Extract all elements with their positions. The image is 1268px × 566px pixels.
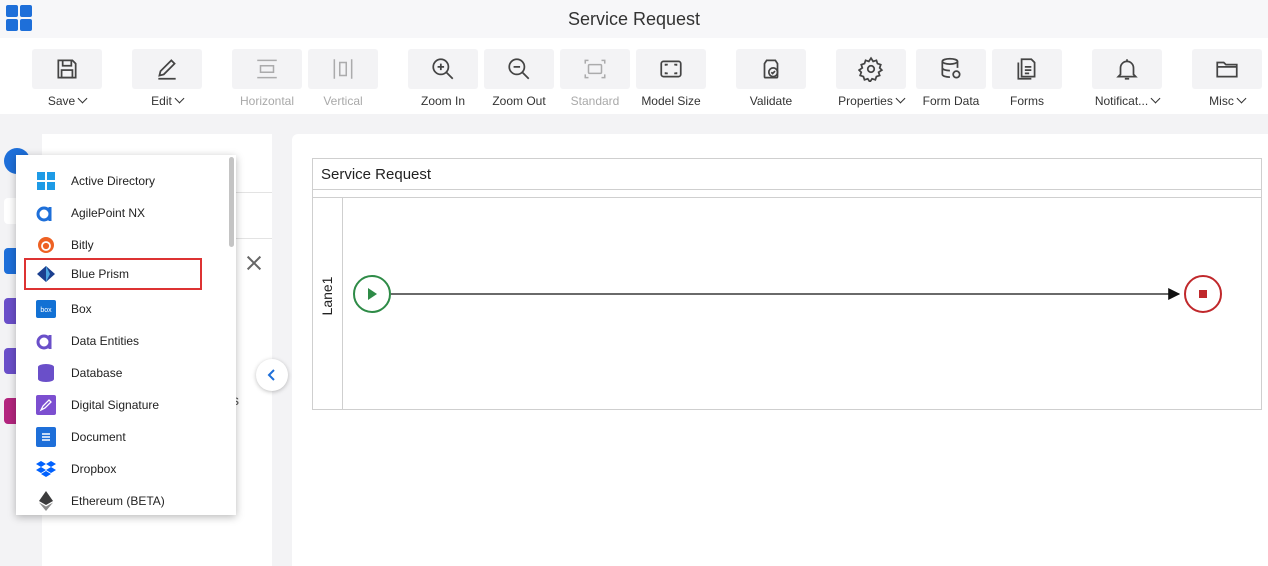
menu-item-label: Dropbox [71,462,117,476]
notifications-label: Notificat... [1094,94,1149,108]
close-icon[interactable] [245,254,263,272]
menu-item-box[interactable]: box Box [16,293,226,325]
pool[interactable]: Service Request Lane1 [312,158,1262,410]
process-canvas[interactable]: Service Request Lane1 [292,134,1268,566]
vertical-label: Vertical [323,94,363,108]
zoom-out-icon [508,58,530,80]
forms-button[interactable]: Forms [992,49,1062,111]
chevron-down-icon [174,93,185,104]
notifications-button[interactable]: Notificat... [1092,49,1162,111]
database-icon [36,363,56,383]
properties-label: Properties [838,94,893,108]
zoom-in-button[interactable]: Zoom In [408,49,478,111]
chevron-down-icon [1150,93,1161,104]
form-data-label: Form Data [922,94,980,108]
horizontal-button[interactable]: Horizontal [232,49,302,111]
misc-button[interactable]: Misc [1192,49,1262,111]
menu-item-ethereum[interactable]: Ethereum (BETA) [16,485,226,515]
menu-item-label: Digital Signature [71,398,160,412]
model-size-button[interactable]: Model Size [636,49,706,111]
chevron-down-icon [1236,93,1247,104]
digital-signature-icon [36,395,56,415]
zoom-out-button[interactable]: Zoom Out [484,49,554,111]
windows-icon [36,171,56,191]
blue-prism-icon [36,264,56,284]
collapse-panel-button[interactable] [256,359,288,391]
document-icon [36,427,56,447]
toolbar: Save Edit Horizontal Vertical Zoom In Zo… [0,38,1268,114]
stop-icon [1199,290,1207,298]
menu-item-label: Blue Prism [71,267,130,281]
form-data-button[interactable]: Form Data [916,49,986,111]
menu-item-label: AgilePoint NX [71,206,146,220]
edit-button[interactable]: Edit [132,49,202,111]
chevron-left-icon [267,369,275,381]
folder-icon [1216,61,1238,78]
forms-label: Forms [1010,94,1044,108]
menu-item-bitly[interactable]: Bitly [16,229,226,261]
menu-item-document[interactable]: Document [16,421,226,453]
horizontal-layout-icon [257,59,277,79]
box-icon: box [36,299,56,319]
forms-icon [1017,58,1036,80]
menu-item-active-directory[interactable]: Active Directory [16,165,226,197]
menu-item-dropbox[interactable]: Dropbox [16,453,226,485]
misc-label: Misc [1209,94,1234,108]
vertical-button[interactable]: Vertical [308,49,378,111]
database-icon [941,57,961,79]
menu-item-blue-prism[interactable]: Blue Prism [24,258,202,290]
zoom-in-label: Zoom In [420,94,465,108]
menu-item-agilepoint-nx[interactable]: AgilePoint NX [16,197,226,229]
title-bar: Service Request [0,0,1268,38]
flow-diagram [353,275,1222,313]
validate-button[interactable]: Validate [736,49,806,111]
save-button[interactable]: Save [32,49,102,111]
menu-item-label: Ethereum (BETA) [71,494,165,508]
pencil-icon [158,59,176,80]
data-entities-icon [36,331,56,351]
horizontal-label: Horizontal [239,94,295,108]
vertical-layout-icon [333,59,353,79]
chevron-down-icon [77,93,88,104]
validate-icon [763,59,779,79]
agilepoint-icon [36,203,56,223]
save-icon [57,59,77,79]
standard-size-icon [584,59,606,79]
standard-button[interactable]: Standard [560,49,630,111]
menu-scrollbar[interactable] [229,157,234,247]
model-size-label: Model Size [641,94,701,108]
end-event[interactable] [1184,275,1222,313]
zoom-in-icon [432,58,454,80]
start-event[interactable] [353,275,391,313]
edit-label: Edit [151,94,172,108]
ethereum-icon [36,491,56,511]
fit-screen-icon [660,60,682,78]
chevron-down-icon [895,93,906,104]
dropbox-icon [36,459,56,479]
svg-text:box: box [40,307,52,314]
activity-library-menu: Active Directory AgilePoint NX Bitly Blu… [16,155,236,515]
zoom-out-label: Zoom Out [492,94,546,108]
menu-item-label: Box [71,302,92,316]
save-label: Save [47,94,76,108]
menu-item-label: Bitly [71,238,94,252]
gear-icon [858,56,884,82]
validate-label: Validate [749,94,793,108]
menu-item-label: Data Entities [71,334,140,348]
menu-item-label: Document [71,430,126,444]
menu-item-label: Active Directory [71,174,156,188]
menu-item-data-entities[interactable]: Data Entities [16,325,226,357]
bitly-icon [36,235,56,255]
menu-item-database[interactable]: Database [16,357,226,389]
page-title: Service Request [567,9,701,29]
menu-item-digital-signature[interactable]: Digital Signature [16,389,226,421]
properties-button[interactable]: Properties [836,49,906,111]
bell-icon [1116,59,1138,80]
menu-item-label: Database [71,366,123,380]
standard-label: Standard [570,94,620,108]
